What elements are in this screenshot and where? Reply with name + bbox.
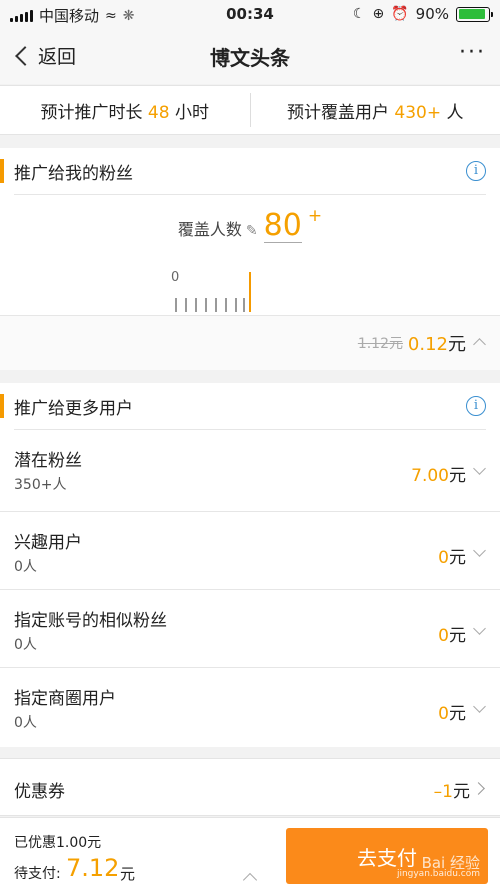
slider-tick bbox=[205, 298, 207, 312]
alarm-icon: ⏰ bbox=[391, 6, 409, 22]
original-price: 1.12元 bbox=[357, 336, 403, 352]
option-subtitle: 0人 bbox=[14, 559, 37, 575]
slider-tick bbox=[185, 298, 187, 312]
option-price-unit: 元 bbox=[449, 626, 466, 646]
slider-tick bbox=[225, 298, 227, 312]
rotation-lock-icon: ⊕ bbox=[372, 6, 385, 22]
option-subtitle: 350+人 bbox=[14, 477, 67, 493]
option-price: 0 bbox=[438, 548, 449, 568]
duration-value: 48 bbox=[147, 102, 170, 123]
option-title: 兴趣用户 bbox=[14, 533, 82, 553]
battery-percent: 90% bbox=[415, 5, 449, 23]
coverage-summary-value: 430+ bbox=[394, 102, 442, 123]
section-accent-bar bbox=[0, 159, 4, 183]
slider-tick bbox=[195, 298, 197, 312]
fans-price-row[interactable]: 1.12元 0.12元 bbox=[0, 315, 500, 370]
option-title: 潜在粉丝 bbox=[14, 451, 82, 471]
coverage-plus: + bbox=[307, 206, 323, 226]
discounted-price: 0.12元 bbox=[408, 330, 466, 356]
more-button[interactable]: ··· bbox=[459, 42, 486, 64]
option-title: 指定账号的相似粉丝 bbox=[14, 611, 167, 631]
to-pay-value: 7.12 bbox=[66, 854, 120, 882]
fans-section-header: 推广给我的粉丝 i bbox=[0, 148, 500, 194]
coverage-summary: 预计覆盖用户 430+ 人 bbox=[251, 98, 500, 123]
edit-icon[interactable]: ✎ bbox=[246, 223, 258, 239]
coverage-slider-thumb[interactable] bbox=[249, 272, 251, 312]
option-row-business-district[interactable]: 指定商圈用户 0人 0元 bbox=[0, 668, 500, 747]
option-price-unit: 元 bbox=[449, 704, 466, 724]
slider-tick bbox=[243, 298, 245, 312]
duration-label: 预计推广时长 bbox=[40, 102, 143, 123]
option-subtitle: 0人 bbox=[14, 637, 37, 653]
watermark-line1: Bai 经验 bbox=[421, 854, 480, 872]
chevron-down-icon[interactable] bbox=[473, 700, 486, 713]
duration-unit: 小时 bbox=[174, 102, 209, 123]
option-row-potential-fans[interactable]: 潜在粉丝 350+人 7.00元 bbox=[0, 430, 500, 512]
info-icon[interactable]: i bbox=[466, 396, 486, 416]
coupon-unit: 元 bbox=[453, 782, 470, 802]
option-price: 7.00 bbox=[411, 466, 449, 486]
section-accent-bar bbox=[0, 394, 4, 418]
more-section-title: 推广给更多用户 bbox=[14, 398, 133, 419]
option-subtitle: 0人 bbox=[14, 715, 37, 731]
divider bbox=[14, 194, 486, 195]
moon-icon: ☾ bbox=[352, 6, 366, 22]
discount-text: 已优惠1.00元 bbox=[14, 835, 102, 851]
info-icon[interactable]: i bbox=[466, 161, 486, 181]
discounted-price-value: 0.12 bbox=[407, 334, 448, 355]
summary-bar: 预计推广时长 48 小时 预计覆盖用户 430+ 人 bbox=[0, 85, 500, 135]
pay-button[interactable]: 去支付 Bai 经验 jingyan.baidu.com bbox=[286, 828, 488, 884]
option-row-similar-fans[interactable]: 指定账号的相似粉丝 0人 0元 bbox=[0, 590, 500, 668]
payment-footer: 已优惠1.00元 待支付: 7.12 元 去支付 Bai 经验 jingyan.… bbox=[0, 817, 500, 889]
slider-tick bbox=[175, 298, 177, 312]
price-unit: 元 bbox=[448, 334, 466, 355]
option-title: 指定商圈用户 bbox=[14, 689, 116, 709]
coupon-label: 优惠券 bbox=[14, 782, 65, 802]
option-price-unit: 元 bbox=[449, 548, 466, 568]
coverage-value-input[interactable]: 80 bbox=[263, 210, 302, 243]
coupon-row[interactable]: 优惠券 –1元 bbox=[0, 758, 500, 816]
to-pay-label: 待支付: bbox=[14, 866, 61, 882]
slider-tick bbox=[235, 298, 237, 312]
status-right: ☾ ⊕ ⏰ 90% bbox=[352, 5, 493, 23]
baidu-watermark: Bai 经验 jingyan.baidu.com bbox=[397, 854, 480, 880]
coverage-summary-unit: 人 bbox=[446, 102, 464, 123]
option-price: 0 bbox=[438, 626, 449, 646]
status-bar: 中国移动 ≈ ❋ 00:34 ☾ ⊕ ⏰ 90% bbox=[0, 0, 500, 30]
battery-icon bbox=[456, 6, 493, 22]
chevron-down-icon[interactable] bbox=[473, 544, 486, 557]
duration-summary: 预计推广时长 48 小时 bbox=[0, 98, 250, 123]
more-users-section: 推广给更多用户 i 潜在粉丝 350+人 7.00元 兴趣用户 0人 0元 指定… bbox=[0, 383, 500, 747]
chevron-down-icon[interactable] bbox=[473, 462, 486, 475]
option-price-unit: 元 bbox=[449, 466, 466, 486]
coupon-value: –1元 bbox=[434, 777, 470, 802]
coupon-amount: –1 bbox=[433, 782, 453, 802]
option-row-interest-users[interactable]: 兴趣用户 0人 0元 bbox=[0, 512, 500, 590]
chevron-down-icon[interactable] bbox=[473, 622, 486, 635]
page-title: 博文头条 bbox=[210, 46, 290, 70]
to-pay-unit: 元 bbox=[120, 865, 136, 883]
coverage-selector: 覆盖人数 ✎ 80 + bbox=[0, 206, 500, 243]
chevron-up-icon[interactable] bbox=[242, 872, 258, 888]
slider-min-label: 0 bbox=[171, 270, 180, 285]
chevron-up-icon[interactable] bbox=[473, 338, 486, 351]
fans-section-title: 推广给我的粉丝 bbox=[14, 163, 133, 184]
slider-tick bbox=[215, 298, 217, 312]
more-section-header: 推广给更多用户 i bbox=[0, 383, 500, 429]
battery-fill bbox=[458, 9, 485, 19]
nav-bar: 返回 博文头条 ··· bbox=[0, 30, 500, 84]
chevron-right-icon[interactable] bbox=[472, 782, 485, 795]
coverage-label: 覆盖人数 bbox=[177, 220, 242, 239]
option-price: 0 bbox=[438, 704, 449, 724]
coverage-summary-label: 预计覆盖用户 bbox=[286, 102, 389, 123]
